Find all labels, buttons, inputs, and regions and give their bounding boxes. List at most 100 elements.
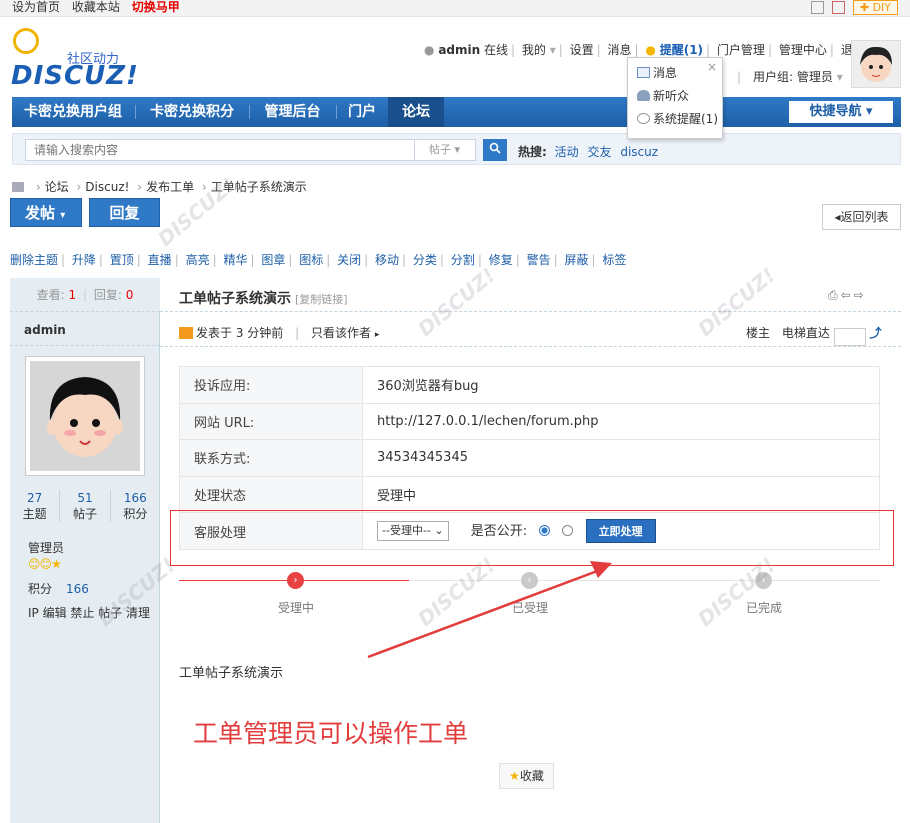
mod-close[interactable]: 关闭 xyxy=(337,253,361,267)
mod-stamp[interactable]: 图章 xyxy=(261,253,285,267)
breadcrumb-forum[interactable]: 论坛 xyxy=(45,180,69,194)
fullscreen-icon[interactable] xyxy=(810,1,824,14)
close-icon[interactable]: × xyxy=(707,60,717,74)
hot-link-activity[interactable]: 活动 xyxy=(555,145,579,159)
only-author-link[interactable]: 只看该作者 xyxy=(311,326,371,340)
reply-button[interactable]: 回复 xyxy=(89,198,160,227)
diy-button[interactable]: ✚ DIY xyxy=(852,0,898,15)
mod-bump[interactable]: 升降 xyxy=(72,253,96,267)
back-to-list-button[interactable]: ◂返回列表 xyxy=(822,204,901,230)
mod-icon[interactable]: 图标 xyxy=(299,253,323,267)
switch-account-link[interactable]: 切换马甲 xyxy=(132,0,180,14)
hot-link-discuz[interactable]: discuz xyxy=(620,145,658,159)
main-nav: 卡密兑换用户组 卡密兑换积分 管理后台 门户 论坛 快捷导航 ▾ xyxy=(12,97,901,127)
messages-link[interactable]: 消息 xyxy=(608,43,632,57)
bookmark-site-link[interactable]: 收藏本站 xyxy=(72,0,120,14)
hot-link-dating[interactable]: 交友 xyxy=(587,145,611,159)
logo-brand: DISCUZ! xyxy=(11,61,139,91)
elevator-go-icon[interactable]: ⤴ xyxy=(870,326,882,340)
nav-item-forum[interactable]: 论坛 xyxy=(388,97,444,127)
author-name[interactable]: admin xyxy=(24,323,66,337)
style-icon[interactable] xyxy=(831,1,845,14)
nav-item-card-usergroup[interactable]: 卡密兑换用户组 xyxy=(12,97,134,127)
post-button[interactable]: 发帖 ▾ xyxy=(10,198,82,227)
user-bar: ● admin 在线 | 我的 ▾ | 设置 | 消息 | ● 提醒(1) | 门户管理 |… xyxy=(424,43,865,57)
home-icon[interactable] xyxy=(12,182,24,192)
portal-admin-link[interactable]: 门户管理 xyxy=(717,43,765,57)
stat-label: 帖子 xyxy=(72,507,97,521)
online-icon xyxy=(179,327,193,339)
table-row: 网站 URL: http://127.0.0.1/lechen/forum.php xyxy=(179,403,880,441)
elevator-input[interactable] xyxy=(833,327,866,346)
search-bar: 帖子 ▾ 热搜: 活动 交友 discuz xyxy=(12,133,901,165)
progress-step-2: › xyxy=(521,572,538,589)
mod-delete[interactable]: 删除主题 xyxy=(10,253,58,267)
mod-sticky[interactable]: 置顶 xyxy=(110,253,134,267)
online-status[interactable]: 在线 xyxy=(484,43,508,57)
back-label: 返回列表 xyxy=(840,210,889,224)
nav-item-card-credits[interactable]: 卡密兑换积分 xyxy=(136,97,248,127)
mod-highlight[interactable]: 高亮 xyxy=(186,253,210,267)
ticket-key: 处理状态 xyxy=(179,476,363,514)
chevron-down-icon: ▾ xyxy=(866,104,873,119)
quick-nav-label: 快捷导航 xyxy=(809,104,862,119)
table-row: 处理状态 受理中 xyxy=(179,476,880,514)
usergroup-menu[interactable]: | 用户组: 管理员 ▾ xyxy=(737,68,843,85)
favorite-button[interactable]: ★收藏 xyxy=(499,763,554,789)
stat-threads[interactable]: 27 主题 xyxy=(10,490,61,522)
search-icon xyxy=(489,142,501,154)
dropdown-item-label: 系统提醒(1) xyxy=(653,112,718,126)
username-link[interactable]: admin xyxy=(438,43,480,57)
breadcrumb-ticket[interactable]: 发布工单 xyxy=(146,180,194,194)
prev-thread-icon[interactable]: ⇦ xyxy=(841,288,854,302)
ticket-value: http://127.0.0.1/lechen/forum.php xyxy=(362,403,880,441)
progress-step-1: › xyxy=(287,572,304,589)
post-time: 发表于 3 分钟前 xyxy=(196,326,284,340)
dropdown-item-messages[interactable]: 消息 xyxy=(637,65,677,81)
dropdown-item-system-remind[interactable]: 系统提醒(1) xyxy=(637,111,718,127)
mod-repair[interactable]: 修复 xyxy=(489,253,513,267)
rank-stars-icon: 😊😊★ xyxy=(28,557,62,571)
author-avatar[interactable] xyxy=(25,356,145,476)
search-input[interactable] xyxy=(26,140,406,160)
mod-digest[interactable]: 精华 xyxy=(223,253,247,267)
user-avatar[interactable] xyxy=(851,40,901,88)
gear-icon xyxy=(637,113,650,124)
ticket-key: 投诉应用: xyxy=(179,366,363,404)
copy-link[interactable]: [复制链接] xyxy=(295,293,348,306)
mod-warn[interactable]: 警告 xyxy=(527,253,551,267)
remind-link[interactable]: 提醒(1) xyxy=(660,43,703,57)
next-thread-icon[interactable]: ⇨ xyxy=(854,288,867,302)
thread-title-text: 工单帖子系统演示 xyxy=(179,291,291,307)
admin-center-link[interactable]: 管理中心 xyxy=(779,43,827,57)
views-label: 查看: xyxy=(36,288,65,302)
mod-live[interactable]: 直播 xyxy=(148,253,172,267)
print-icon[interactable]: ⎙ xyxy=(828,288,841,302)
credit-label: 积分 xyxy=(28,582,53,596)
dropdown-item-followers[interactable]: 新听众 xyxy=(637,88,689,104)
table-row: 投诉应用: 360浏览器有bug xyxy=(179,366,880,404)
mod-split[interactable]: 分割 xyxy=(451,253,475,267)
author-actions[interactable]: IP 编辑 禁止 帖子 清理 xyxy=(28,604,150,621)
mod-classify[interactable]: 分类 xyxy=(413,253,437,267)
stat-credits[interactable]: 166 积分 xyxy=(111,490,160,522)
my-menu[interactable]: 我的 xyxy=(522,43,546,57)
settings-link[interactable]: 设置 xyxy=(570,43,594,57)
nav-item-admin[interactable]: 管理后台 xyxy=(250,97,335,127)
quick-nav-button[interactable]: 快捷导航 ▾ xyxy=(789,101,893,123)
search-box: 帖子 ▾ xyxy=(25,139,476,161)
search-type-select[interactable]: 帖子 ▾ xyxy=(414,140,476,160)
hot-search-label: 热搜: xyxy=(518,145,547,159)
set-homepage-link[interactable]: 设为首页 xyxy=(12,0,60,14)
mod-ban[interactable]: 屏蔽 xyxy=(564,253,588,267)
ticket-value: 360浏览器有bug xyxy=(362,366,880,404)
stat-label: 积分 xyxy=(123,507,148,521)
mod-tag[interactable]: 标签 xyxy=(602,253,626,267)
breadcrumb-discuz[interactable]: Discuz! xyxy=(85,180,129,194)
replies-label: 回复: xyxy=(93,288,122,302)
author-group[interactable]: 管理员 xyxy=(28,539,64,556)
nav-item-portal[interactable]: 门户 xyxy=(337,97,387,127)
stat-posts[interactable]: 51 帖子 xyxy=(60,490,111,522)
mod-move[interactable]: 移动 xyxy=(375,253,399,267)
search-button[interactable] xyxy=(483,139,507,161)
